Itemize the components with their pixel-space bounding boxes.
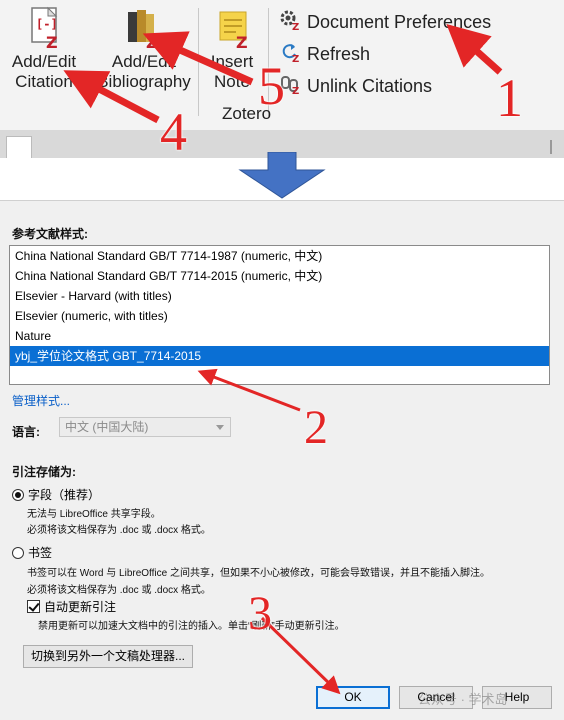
auto-update-label: 自动更新引注: [44, 600, 117, 614]
fields-radio[interactable]: [12, 488, 24, 501]
store-as-label: 引注存储为:: [12, 465, 76, 479]
switch-processor-button[interactable]: 切换到另外一个文稿处理器...: [23, 645, 193, 668]
svg-text:Z: Z: [236, 33, 248, 52]
document-preferences-label: Document Preferences: [307, 12, 492, 32]
bibliography-books-icon: Z: [122, 6, 166, 52]
bookmarks-radio-option[interactable]: 书签: [12, 544, 52, 561]
insert-note-line2: Note: [214, 72, 250, 91]
insert-note-button[interactable]: Z Insert Note: [200, 6, 264, 92]
refresh-button[interactable]: Z Refresh: [279, 41, 370, 68]
auto-update-option[interactable]: 自动更新引注: [27, 598, 116, 615]
document-preferences-dialog: 参考文献样式: China National Standard GB/T 771…: [0, 200, 564, 720]
add-edit-citation-button[interactable]: [-] Z Add/Edit Citation: [4, 6, 84, 92]
language-select[interactable]: 中文 (中国大陆): [59, 417, 231, 437]
ribbon-separator: [198, 8, 199, 116]
add-edit-bibliography-button[interactable]: Z Add/Edit Bibliography: [94, 6, 194, 92]
citation-style-list[interactable]: China National Standard GB/T 7714-1987 (…: [9, 245, 550, 385]
bookmarks-option-label: 书签: [28, 546, 53, 560]
annotation-number-4: 4: [160, 102, 187, 162]
add-edit-citation-line2: Citation: [15, 72, 73, 91]
annotation-number-2: 2: [304, 401, 328, 454]
svg-text:Z: Z: [46, 33, 58, 52]
unlink-citations-button[interactable]: Z Unlink Citations: [279, 73, 432, 100]
style-item[interactable]: Elsevier (numeric, with titles): [10, 306, 549, 326]
fields-option-label: 字段（推荐）: [28, 488, 101, 502]
watermark: 公众号 · 学术岛: [418, 692, 508, 707]
auto-update-checkbox[interactable]: [27, 600, 40, 613]
add-edit-bibliography-line2: Bibliography: [97, 72, 191, 91]
note-icon: Z: [212, 6, 252, 52]
bookmarks-radio[interactable]: [12, 546, 24, 559]
manage-styles-link[interactable]: 管理样式...: [12, 392, 70, 409]
annotation-number-5: 5: [258, 56, 285, 116]
svg-text:Z: Z: [292, 54, 299, 63]
bookmarks-description-1: 书签可以在 Word 与 LibreOffice 之间共享，但如果不小心被修改，…: [27, 568, 490, 579]
chevron-down-icon: [216, 425, 224, 430]
add-edit-citation-line1: Add/Edit: [11, 52, 77, 71]
unlink-citations-label: Unlink Citations: [307, 76, 433, 96]
add-citation-icon: [-] Z: [24, 6, 64, 52]
svg-text:Z: Z: [146, 33, 158, 52]
style-item[interactable]: Nature: [10, 326, 549, 346]
svg-text:[-]: [-]: [36, 17, 58, 31]
citation-style-label: 参考文献样式:: [12, 227, 88, 241]
annotation-number-1: 1: [496, 68, 523, 128]
language-value: 中文 (中国大陆): [65, 420, 149, 434]
insert-note-line1: Insert: [210, 52, 254, 71]
add-edit-bibliography-line1: Add/Edit: [111, 52, 177, 71]
style-item[interactable]: China National Standard GB/T 7714-2015 (…: [10, 266, 549, 286]
gear-icon: Z: [279, 9, 301, 36]
style-item-selected[interactable]: ybj_学位论文格式 GBT_7714-2015: [10, 346, 549, 366]
annotation-number-3: 3: [248, 587, 272, 640]
down-arrow-icon: [238, 151, 326, 205]
style-item[interactable]: Elsevier - Harvard (with titles): [10, 286, 549, 306]
ruler-mark: [550, 140, 552, 154]
fields-radio-option[interactable]: 字段（推荐）: [12, 486, 100, 503]
document-tab: [6, 136, 32, 158]
svg-text:Z: Z: [292, 22, 299, 31]
fields-description-2: 必须将该文档保存为 .doc 或 .docx 格式。: [27, 525, 211, 536]
ok-button[interactable]: OK: [316, 686, 390, 709]
auto-update-description: 禁用更新可以加速大文档中的引注的插入。单击“刷新”手动更新引注。: [38, 621, 345, 632]
svg-text:Z: Z: [292, 86, 299, 95]
refresh-label: Refresh: [307, 44, 371, 64]
bookmarks-description-2: 必须将该文档保存为 .doc 或 .docx 格式。: [27, 585, 211, 596]
style-item[interactable]: China National Standard GB/T 7714-1987 (…: [10, 246, 549, 266]
document-preferences-button[interactable]: Z Document Preferences: [279, 9, 491, 36]
fields-description-1: 无法与 LibreOffice 共享字段。: [27, 509, 161, 520]
language-label: 语言:: [12, 425, 40, 439]
